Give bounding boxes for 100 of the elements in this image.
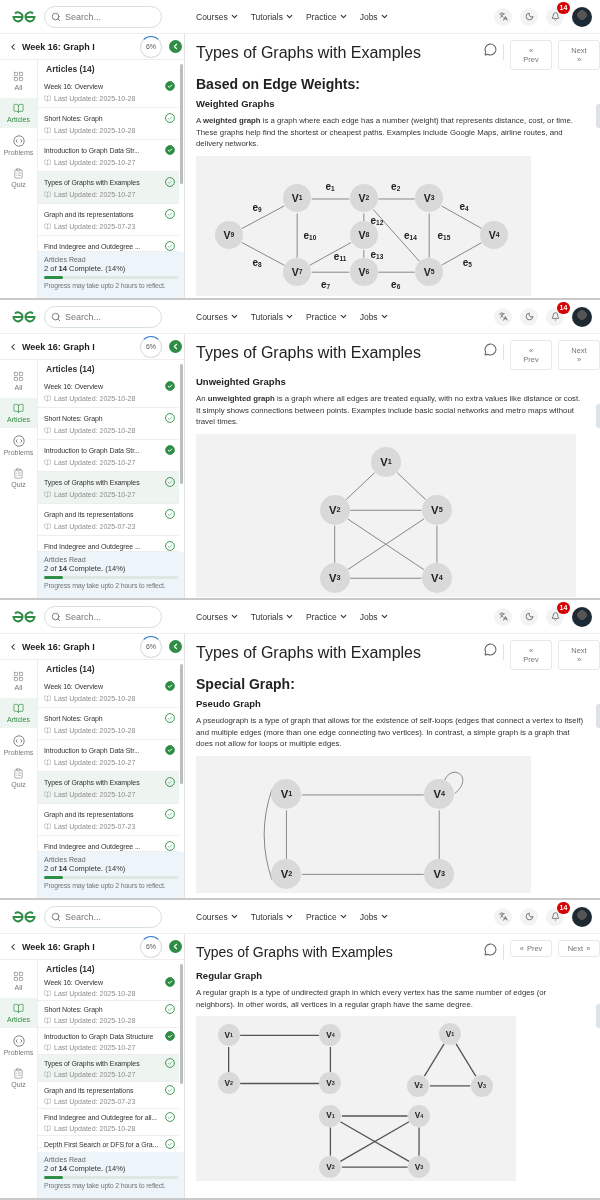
search-field[interactable]: Search... xyxy=(44,905,162,928)
back-icon[interactable] xyxy=(8,641,18,652)
edge-label: e$_{5}$ xyxy=(462,256,472,268)
chevron-down-icon xyxy=(379,312,389,321)
search-icon xyxy=(51,11,61,22)
avatar[interactable] xyxy=(572,906,592,927)
comment-icon[interactable] xyxy=(484,943,497,956)
chevron-down-icon xyxy=(338,312,348,321)
collapse-button[interactable] xyxy=(169,40,182,53)
nav-menu[interactable]: Tutorials xyxy=(250,911,294,922)
translate-icon xyxy=(498,312,508,321)
translate-button[interactable] xyxy=(494,907,512,926)
book-icon xyxy=(44,695,51,702)
graph-edge xyxy=(418,1126,420,1157)
translate-button[interactable] xyxy=(494,607,512,626)
translate-button[interactable] xyxy=(494,307,512,326)
code-icon xyxy=(12,435,25,447)
chevron-down-icon xyxy=(284,312,294,321)
list-title: Articles (14) xyxy=(45,363,96,376)
graph-edge xyxy=(429,1085,471,1087)
avatar[interactable] xyxy=(572,606,592,627)
logo-icon[interactable] xyxy=(12,910,36,923)
nav-menu[interactable]: Jobs xyxy=(359,11,389,22)
scrollbar[interactable] xyxy=(180,664,183,784)
graph-edge xyxy=(296,212,298,258)
article-title: Types of Graphs with Examples xyxy=(196,44,422,62)
chevron-down-icon xyxy=(284,912,294,921)
search-field[interactable]: Search... xyxy=(44,5,162,28)
collapse-button[interactable] xyxy=(169,940,182,953)
nav-menu[interactable]: Jobs xyxy=(359,911,389,922)
moon-icon xyxy=(524,312,534,321)
avatar[interactable] xyxy=(572,6,592,27)
theme-button[interactable] xyxy=(520,307,538,326)
nav-menu[interactable]: Practice xyxy=(305,11,348,22)
scrollbar[interactable] xyxy=(180,364,183,484)
nav-menu[interactable]: Courses xyxy=(196,11,239,22)
collapse-button[interactable] xyxy=(169,340,182,353)
grid-icon xyxy=(13,371,24,382)
nav-menu[interactable]: Courses xyxy=(196,911,239,922)
comment-icon[interactable] xyxy=(484,643,497,656)
moon-icon xyxy=(524,612,534,621)
book-icon xyxy=(13,403,24,414)
translate-button[interactable] xyxy=(494,7,512,26)
scrollbar[interactable] xyxy=(180,964,183,1084)
edge-label: e$_{11}$ xyxy=(333,250,347,262)
sidebar-title: Week 16: Graph I xyxy=(22,941,96,952)
theme-button[interactable] xyxy=(520,7,538,26)
scrollbar[interactable] xyxy=(180,64,183,184)
bell-icon xyxy=(550,312,560,321)
graph-edge xyxy=(455,1043,477,1077)
nav-menu[interactable]: Jobs xyxy=(359,611,389,622)
nav-menu[interactable]: Courses xyxy=(196,611,239,622)
theme-button[interactable] xyxy=(520,907,538,926)
bell-icon xyxy=(550,612,560,621)
nav-menu[interactable]: Tutorials xyxy=(250,311,294,322)
edge-label: e$_{13}$ xyxy=(370,248,384,259)
book-icon xyxy=(44,191,51,198)
theme-button[interactable] xyxy=(520,607,538,626)
nav-menu[interactable]: Practice xyxy=(305,611,348,622)
nav-menu[interactable]: Tutorials xyxy=(250,611,294,622)
moon-icon xyxy=(524,12,534,21)
book-icon xyxy=(44,491,51,498)
nav-menu[interactable]: Practice xyxy=(305,311,348,322)
nav-menu[interactable]: Practice xyxy=(305,911,348,922)
clipboard-icon xyxy=(13,1068,24,1079)
graph-edge xyxy=(228,1046,230,1073)
section-heading: Based on Edge Weights: xyxy=(196,76,361,92)
chevron-down-icon xyxy=(229,12,239,21)
chevron-down-icon xyxy=(229,612,239,621)
sidebar-title: Week 16: Graph I xyxy=(22,41,96,52)
back-icon[interactable] xyxy=(8,941,18,952)
back-icon[interactable] xyxy=(8,41,18,52)
book-icon xyxy=(13,1003,24,1014)
graph-edge xyxy=(345,471,376,500)
logo-icon[interactable] xyxy=(12,610,36,623)
comment-icon[interactable] xyxy=(484,343,497,356)
nav-menu[interactable]: Tutorials xyxy=(250,11,294,22)
book-icon xyxy=(44,1017,51,1024)
comment-icon[interactable] xyxy=(484,43,497,56)
translate-icon xyxy=(498,12,508,21)
grid-icon xyxy=(13,71,24,82)
graph-edge xyxy=(377,198,416,199)
search-icon xyxy=(51,311,61,322)
graph-edge xyxy=(436,524,438,563)
search-field[interactable]: Search... xyxy=(44,605,162,628)
nav-menu[interactable]: Courses xyxy=(196,311,239,322)
edge-label: e$_{1}$ xyxy=(325,180,335,192)
edge-label: e$_{10}$ xyxy=(303,229,317,241)
chevron-down-icon xyxy=(284,612,294,621)
book-icon xyxy=(44,1044,51,1051)
collapse-button[interactable] xyxy=(169,640,182,653)
graph-edge xyxy=(373,208,420,262)
nav-menu[interactable]: Jobs xyxy=(359,311,389,322)
graph-edge xyxy=(329,1046,332,1073)
book-icon xyxy=(13,703,24,714)
back-icon[interactable] xyxy=(8,341,18,352)
logo-icon[interactable] xyxy=(12,10,36,23)
logo-icon[interactable] xyxy=(12,310,36,323)
avatar[interactable] xyxy=(572,306,592,327)
search-field[interactable]: Search... xyxy=(44,305,162,328)
